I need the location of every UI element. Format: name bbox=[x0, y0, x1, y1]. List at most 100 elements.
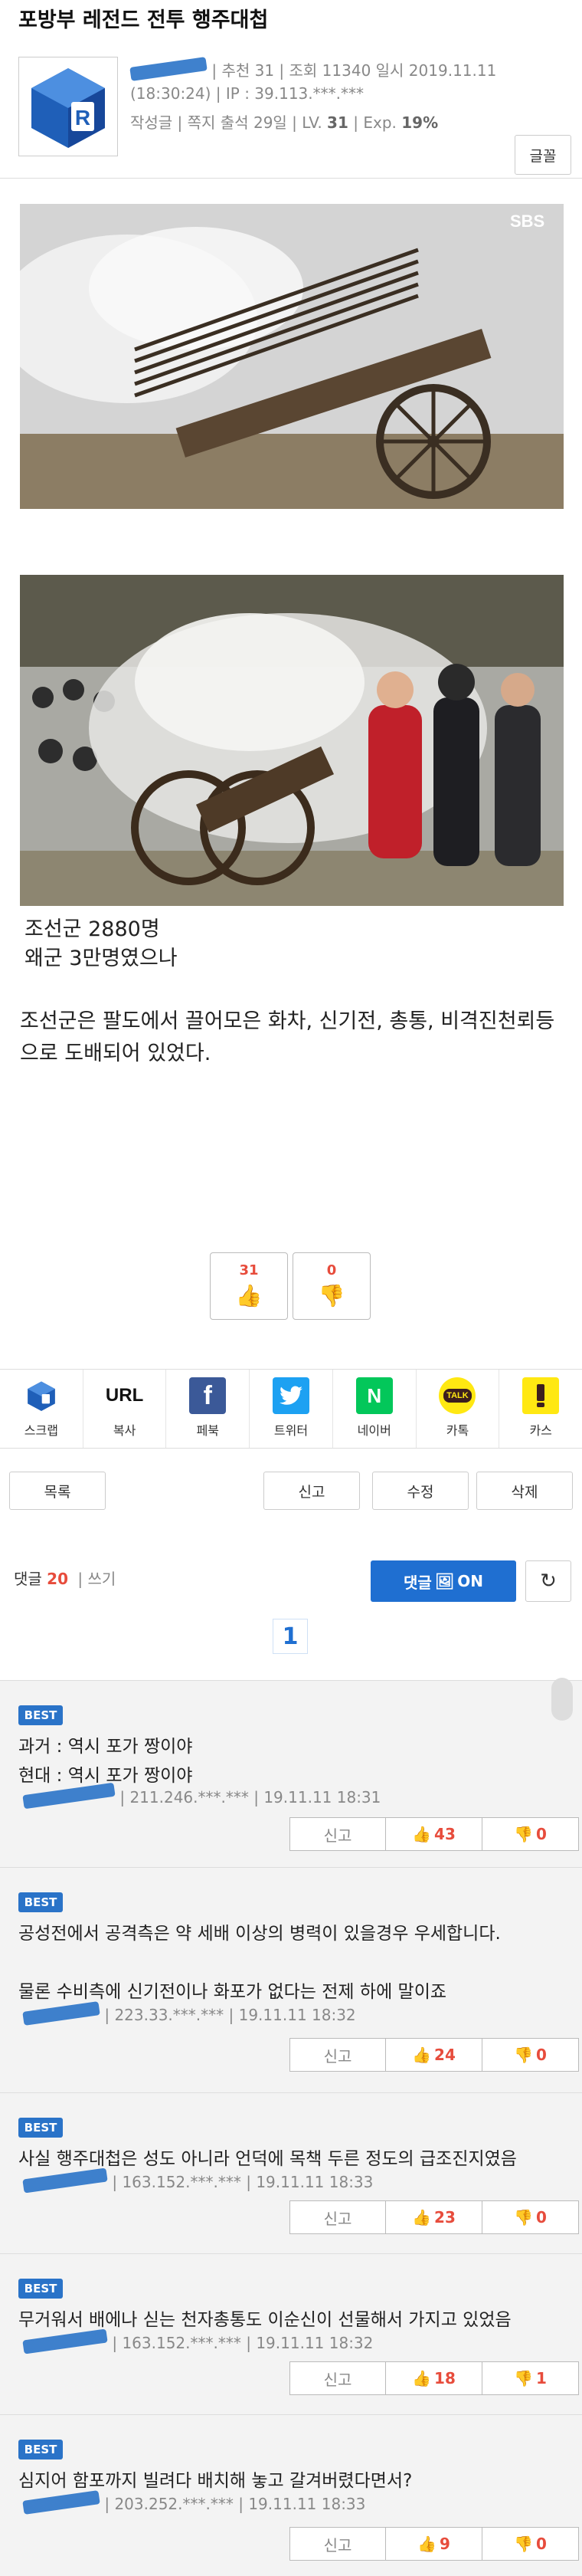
comment-downvote-button[interactable]: 👎 0 bbox=[482, 2038, 579, 2072]
comment-report-button[interactable]: 신고 bbox=[289, 2038, 386, 2072]
share-naver[interactable]: N 네이버 bbox=[333, 1370, 417, 1448]
share-label: 카스 bbox=[529, 1423, 552, 1438]
comment-item: BEST 과거 : 역시 포가 짱이야 현대 : 역시 포가 짱이야 | 211… bbox=[0, 1678, 582, 1867]
commenter-name-redacted[interactable] bbox=[22, 2001, 100, 2026]
author-avatar[interactable]: R bbox=[18, 57, 118, 156]
commenter-name-redacted[interactable] bbox=[22, 2490, 100, 2515]
share-bar: 스크랩 URL 복사 f 페북 트위터 N 네이버 TALK 카톡 카스 bbox=[0, 1369, 582, 1449]
comment-text: 물론 수비측에 신기전이나 화포가 없다는 전제 하에 말이죠 bbox=[18, 1982, 447, 2002]
share-url-copy[interactable]: URL 복사 bbox=[83, 1370, 167, 1448]
post-stats: | 추천 31 | 조회 11340 일시 2019.11.11 bbox=[211, 61, 497, 80]
thumbs-down-icon: 👎 bbox=[514, 2369, 533, 2387]
comment-meta: | 163.152.***.*** | 19.11.11 18:32 bbox=[22, 2328, 373, 2354]
refresh-button[interactable]: ↻ bbox=[525, 1560, 571, 1602]
thumbs-up-icon: 👍 bbox=[417, 2535, 436, 2553]
best-badge: BEST bbox=[18, 1705, 63, 1725]
font-size-button[interactable]: 글꼴 bbox=[515, 135, 571, 175]
edit-button[interactable]: 수정 bbox=[372, 1472, 469, 1510]
comment-report-button[interactable]: 신고 bbox=[289, 2361, 386, 2395]
comment-actions: 신고 👍 23 👎 0 bbox=[289, 2200, 579, 2234]
post-meta-line3: 작성글 | 쪽지 출석 29일 | LV. 31 | Exp. 19% bbox=[130, 113, 439, 132]
comment-text: 심지어 함포까지 빌려다 배치해 놓고 갈겨버렸다면서? bbox=[18, 2471, 413, 2491]
comment-text: 현대 : 역시 포가 짱이야 bbox=[18, 1766, 193, 1786]
list-button[interactable]: 목록 bbox=[9, 1472, 106, 1510]
post-body-line: 조선군 2880명 bbox=[25, 917, 160, 941]
site-logo-icon: R bbox=[31, 68, 105, 148]
thumbs-up-icon: 👍 bbox=[412, 2369, 432, 2387]
comment-header: 댓글 20 | 쓰기 bbox=[14, 1570, 116, 1588]
share-label: 카톡 bbox=[446, 1423, 469, 1438]
share-label: 네이버 bbox=[357, 1423, 391, 1438]
thumbs-down-icon: 👎 bbox=[514, 1825, 533, 1843]
comment-downvote-button[interactable]: 👎 0 bbox=[482, 2527, 579, 2561]
comment-downvote-button[interactable]: 👎 1 bbox=[482, 2361, 579, 2395]
comment-upvote-button[interactable]: 👍 23 bbox=[386, 2200, 482, 2234]
comment-report-button[interactable]: 신고 bbox=[289, 1817, 386, 1851]
comment-actions: 신고 👍 9 👎 0 bbox=[289, 2527, 579, 2561]
commenter-name-redacted[interactable] bbox=[22, 2328, 108, 2354]
divider bbox=[0, 178, 582, 179]
thumbs-up-icon: 👍 bbox=[412, 1825, 432, 1843]
write-comment-link[interactable]: | 쓰기 bbox=[77, 1570, 116, 1588]
post-body-line: 으로 도배되어 있었다. bbox=[20, 1042, 211, 1065]
share-kakaostory[interactable]: 카스 bbox=[499, 1370, 582, 1448]
author-name-redacted[interactable] bbox=[129, 57, 208, 81]
thumbs-down-icon: 👎 bbox=[318, 1283, 345, 1308]
comment-downvote-button[interactable]: 👎 0 bbox=[482, 1817, 579, 1851]
delete-button[interactable]: 삭제 bbox=[476, 1472, 573, 1510]
comment-item: BEST 심지어 함포까지 빌려다 배치해 놓고 갈겨버렸다면서? | 203.… bbox=[0, 2414, 582, 2576]
downvote-button[interactable]: 0 👎 bbox=[293, 1252, 371, 1320]
share-facebook[interactable]: f 페북 bbox=[166, 1370, 250, 1448]
comment-item: BEST 무거워서 배에나 싣는 천자총통도 이순신이 선물해서 가지고 있었음… bbox=[0, 2253, 582, 2414]
comment-meta: | 223.33.***.*** | 19.11.11 18:32 bbox=[22, 2001, 356, 2026]
comment-text: 과거 : 역시 포가 짱이야 bbox=[18, 1737, 193, 1757]
comment-count: 20 bbox=[47, 1570, 69, 1588]
share-twitter[interactable]: 트위터 bbox=[250, 1370, 333, 1448]
comment-actions: 신고 👍 43 👎 0 bbox=[289, 1817, 579, 1851]
comment-upvote-button[interactable]: 👍 18 bbox=[386, 2361, 482, 2395]
report-button[interactable]: 신고 bbox=[263, 1472, 360, 1510]
author-exp: 19% bbox=[401, 113, 439, 132]
upvote-button[interactable]: 31 👍 bbox=[210, 1252, 288, 1320]
upvote-count: 31 bbox=[239, 1262, 259, 1278]
scrollbar-thumb[interactable] bbox=[551, 1678, 573, 1721]
comment-meta: | 211.246.***.*** | 19.11.11 18:31 bbox=[22, 1782, 381, 1810]
share-scrap[interactable]: 스크랩 bbox=[0, 1370, 83, 1448]
commenter-name-redacted[interactable] bbox=[22, 2167, 108, 2194]
downvote-count: 0 bbox=[326, 1262, 337, 1278]
comment-upvote-button[interactable]: 👍 9 bbox=[386, 2527, 482, 2561]
best-badge: BEST bbox=[18, 2118, 63, 2138]
naver-icon: N bbox=[355, 1377, 393, 1414]
thumbs-down-icon: 👎 bbox=[514, 2208, 533, 2227]
post-image-hwacha-firing: SBS bbox=[20, 204, 564, 509]
kakaotalk-logo-text: TALK bbox=[443, 1389, 472, 1403]
post-image-reenactment bbox=[20, 575, 564, 906]
comment-downvote-button[interactable]: 👎 0 bbox=[482, 2200, 579, 2234]
post-body-line: 왜군 3만명였으나 bbox=[25, 947, 178, 970]
share-kakaotalk[interactable]: TALK 카톡 bbox=[417, 1370, 500, 1448]
comment-text: 무거워서 배에나 싣는 천자총통도 이순신이 선물해서 가지고 있었음 bbox=[18, 2310, 512, 2330]
comment-toggle-button[interactable]: 댓글 🖼 ON bbox=[371, 1560, 516, 1602]
comment-item: BEST 사실 행주대첩은 성도 아니라 언덕에 목책 두른 정도의 급조진지였… bbox=[0, 2092, 582, 2253]
post-meta-line2: (18:30:24) | IP : 39.113.***.*** bbox=[130, 84, 364, 103]
comment-upvote-button[interactable]: 👍 43 bbox=[386, 1817, 482, 1851]
thumbs-up-icon: 👍 bbox=[412, 2208, 432, 2227]
comment-upvote-button[interactable]: 👍 24 bbox=[386, 2038, 482, 2072]
image-icon: 🖼 bbox=[434, 1572, 455, 1590]
comment-text: 사실 행주대첩은 성도 아니라 언덕에 목책 두른 정도의 급조진지였음 bbox=[18, 2149, 517, 2169]
share-label: 페북 bbox=[196, 1423, 220, 1438]
author-level: 31 bbox=[327, 113, 348, 132]
share-label: 트위터 bbox=[273, 1423, 309, 1438]
comment-report-button[interactable]: 신고 bbox=[289, 2527, 386, 2561]
post-meta-line1: | 추천 31 | 조회 11340 일시 2019.11.11 bbox=[129, 57, 497, 81]
comment-actions: 신고 👍 24 👎 0 bbox=[289, 2038, 579, 2072]
best-badge: BEST bbox=[18, 1892, 63, 1912]
comment-page-1[interactable]: 1 bbox=[273, 1619, 308, 1654]
best-badge: BEST bbox=[18, 2279, 63, 2299]
comment-report-button[interactable]: 신고 bbox=[289, 2200, 386, 2234]
kakaotalk-icon: TALK bbox=[439, 1377, 476, 1414]
thumbs-down-icon: 👎 bbox=[514, 2535, 533, 2553]
comment-item: BEST 공성전에서 공격측은 약 세배 이상의 병력이 있을경우 우세합니다.… bbox=[0, 1867, 582, 2092]
thumbs-down-icon: 👎 bbox=[514, 2046, 533, 2064]
scrap-icon bbox=[23, 1377, 60, 1414]
